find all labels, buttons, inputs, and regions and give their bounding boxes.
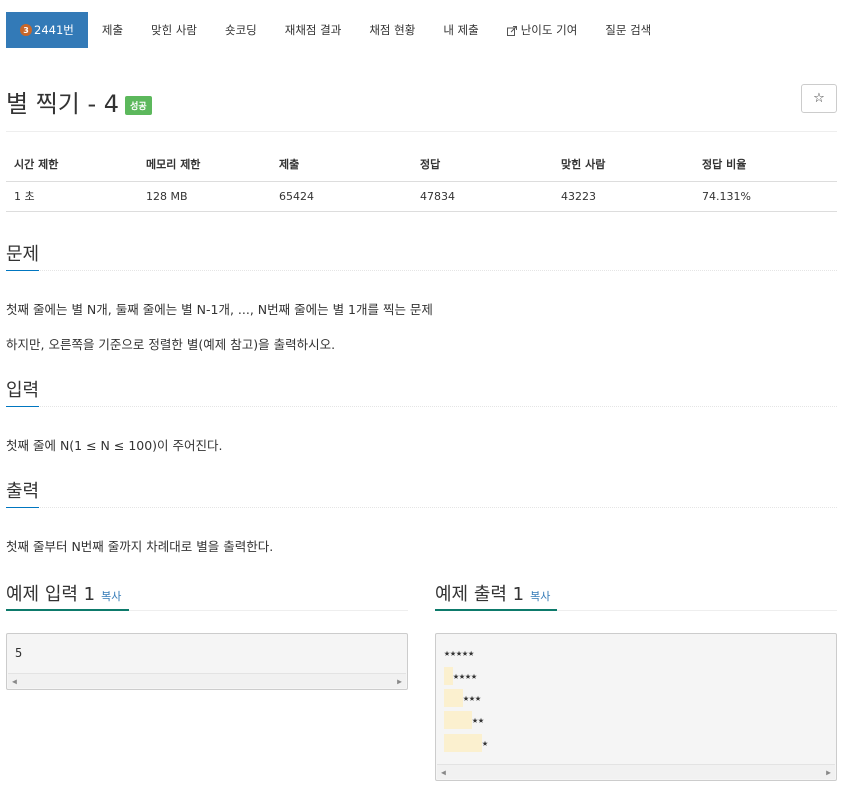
- favorite-star-button[interactable]: ☆: [801, 84, 837, 113]
- tab-judge-status[interactable]: 채점 현황: [355, 12, 429, 48]
- table-row: 1 초 128 MB 65424 47834 43223 74.131%: [6, 181, 837, 212]
- title-divider: [6, 131, 837, 132]
- tab-problem[interactable]: 3 2441번: [6, 12, 88, 48]
- sample-output-heading: 예제 출력 1 복사: [435, 580, 550, 606]
- input-section: 입력: [6, 376, 837, 407]
- sample-output-box[interactable]: ★★★★★ ★★★★ ★★★ ★★ ★ ◀ ▶: [435, 633, 837, 781]
- status-badge: 성공: [125, 96, 152, 115]
- tab-label: 난이도 기여: [520, 23, 578, 37]
- problem-title-row: 별 찍기 - 4 성공: [6, 84, 152, 119]
- sample-input-scrollbar[interactable]: ◀ ▶: [8, 673, 406, 688]
- problem-info-table: 시간 제한 메모리 제한 제출 정답 맞힌 사람 정답 비율 1 초 128 M…: [6, 148, 837, 212]
- table-header: 맞힌 사람: [553, 148, 694, 182]
- output-stars: ★★: [472, 714, 485, 726]
- tab-label: 맞힌 사람: [151, 23, 198, 37]
- section-heading: 문제: [6, 240, 40, 271]
- tab-label: 채점 현황: [369, 23, 416, 37]
- output-stars: ★★★: [463, 692, 482, 704]
- output-stars: ★: [482, 737, 489, 749]
- table-cell: 128 MB: [138, 181, 271, 212]
- table-cell: 74.131%: [694, 181, 837, 212]
- tab-label: 내 제출: [443, 23, 479, 37]
- tab-label: 제출: [101, 23, 124, 37]
- tab-label: 숏코딩: [225, 23, 257, 37]
- sample-output-title: 예제 출력 1: [435, 584, 525, 605]
- leading-space-highlight: [444, 689, 463, 707]
- table-cell: 65424: [271, 181, 412, 212]
- sample-output-underline: [435, 609, 557, 611]
- table-header-row: 시간 제한 메모리 제한 제출 정답 맞힌 사람 정답 비율: [6, 148, 837, 182]
- tab-rejudge-results[interactable]: 재채점 결과: [271, 12, 356, 48]
- tab-problem-label: 2441번: [34, 23, 74, 37]
- table-header: 메모리 제한: [138, 148, 271, 182]
- output-stars: ★★★★: [453, 670, 478, 682]
- input-description: 첫째 줄에 N(1 ≤ N ≤ 100)이 주어진다.: [6, 438, 223, 453]
- table-cell: 47834: [412, 181, 553, 212]
- tab-difficulty-contribution[interactable]: 난이도 기여: [493, 12, 592, 48]
- tier-badge-icon: 3: [20, 24, 32, 36]
- star-icon: ☆: [813, 91, 825, 106]
- table-header: 정답 비율: [694, 148, 837, 182]
- table-header: 시간 제한: [6, 148, 138, 182]
- output-description: 첫째 줄부터 N번째 줄까지 차례대로 별을 출력한다.: [6, 539, 274, 554]
- leading-space-highlight: [444, 734, 482, 752]
- section-divider: [6, 406, 837, 407]
- sample-input-heading: 예제 입력 1 복사: [6, 580, 121, 606]
- sample-output-line: ★★: [444, 711, 484, 729]
- tab-submit[interactable]: 제출: [88, 12, 137, 48]
- sample-output-line: ★: [444, 734, 488, 752]
- section-heading: 입력: [6, 376, 40, 407]
- tab-label: 재채점 결과: [284, 23, 342, 37]
- tab-my-submissions[interactable]: 내 제출: [429, 12, 492, 48]
- page-title: 별 찍기 - 4: [6, 90, 120, 118]
- output-stars: ★★★★★: [444, 647, 475, 659]
- sample-output-line: ★★★★★: [444, 644, 474, 662]
- copy-output-button[interactable]: 복사: [530, 590, 550, 603]
- sample-output-scrollbar[interactable]: ◀ ▶: [437, 764, 835, 779]
- sample-input-underline: [6, 609, 129, 611]
- sample-input-title: 예제 입력 1: [6, 584, 96, 605]
- scroll-left-icon[interactable]: ◀: [12, 677, 17, 686]
- table-header: 제출: [271, 148, 412, 182]
- description-section: 문제: [6, 240, 837, 271]
- table-cell: 1 초: [6, 181, 138, 212]
- scroll-right-icon[interactable]: ▶: [397, 677, 402, 686]
- sample-output-line: ★★★★: [444, 667, 477, 685]
- copy-input-button[interactable]: 복사: [101, 590, 121, 603]
- leading-space-highlight: [444, 711, 472, 729]
- external-link-icon: [506, 25, 517, 36]
- problem-nav-tabs: 3 2441번 제출 맞힌 사람 숏코딩 재채점 결과 채점 현황 내 제출 난…: [6, 12, 665, 48]
- output-section: 출력: [6, 477, 837, 508]
- leading-space-highlight: [444, 667, 453, 685]
- section-divider: [6, 507, 837, 508]
- sample-input-box[interactable]: 5 ◀ ▶: [6, 633, 408, 690]
- description-line: 첫째 줄에는 별 N개, 둘째 줄에는 별 N-1개, ..., N번째 줄에는…: [6, 302, 433, 317]
- scroll-right-icon[interactable]: ▶: [826, 768, 831, 777]
- description-line: 하지만, 오른쪽을 기준으로 정렬한 별(예제 참고)을 출력하시오.: [6, 337, 336, 352]
- tab-label: 질문 검색: [605, 23, 652, 37]
- section-divider: [6, 270, 837, 271]
- table-cell: 43223: [553, 181, 694, 212]
- tab-accepted-users[interactable]: 맞힌 사람: [137, 12, 211, 48]
- tab-question-search[interactable]: 질문 검색: [591, 12, 665, 48]
- sample-output-line: ★★★: [444, 689, 481, 707]
- sample-input-value: 5: [15, 646, 23, 660]
- section-heading: 출력: [6, 477, 40, 508]
- tab-short-coding[interactable]: 숏코딩: [211, 12, 271, 48]
- table-header: 정답: [412, 148, 553, 182]
- scroll-left-icon[interactable]: ◀: [441, 768, 446, 777]
